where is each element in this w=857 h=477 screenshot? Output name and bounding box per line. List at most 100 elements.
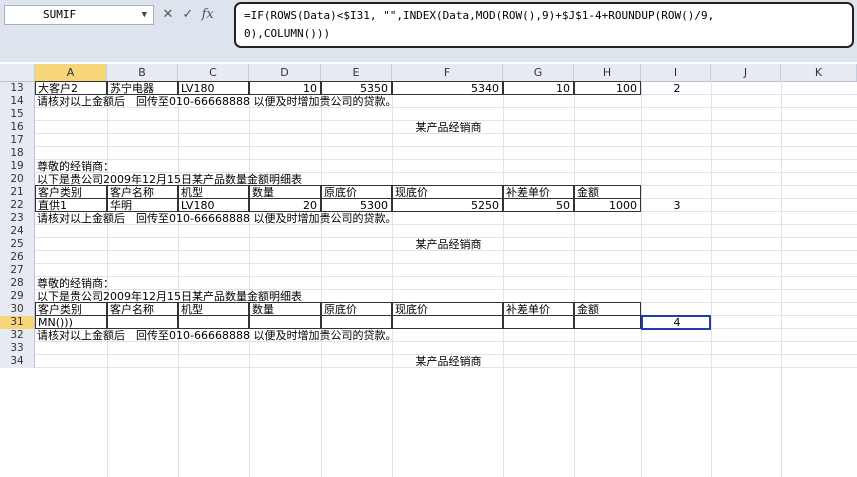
- cell-e13[interactable]: 5350: [321, 81, 392, 95]
- row-header[interactable]: 33: [0, 342, 35, 355]
- row-header[interactable]: 30: [0, 303, 35, 316]
- row-header[interactable]: 29: [0, 290, 35, 303]
- row-header[interactable]: 20: [0, 173, 35, 186]
- row-header[interactable]: 32: [0, 329, 35, 342]
- cell-e30[interactable]: 原底价: [321, 302, 392, 316]
- column-header-c[interactable]: C: [178, 64, 249, 81]
- cell-d13[interactable]: 10: [249, 81, 321, 95]
- formula-bar-area: SUMIF ▼ ✕ ✓ fx =IF(ROWS(Data)<$I31, "",I…: [0, 0, 857, 62]
- cell-g22[interactable]: 50: [503, 198, 574, 212]
- table-row: 14 请核对以上金额后 回传至010-66668888 以便及时增加贵公司的贷款。: [0, 95, 857, 108]
- row-header[interactable]: 23: [0, 212, 35, 225]
- cell-e21[interactable]: 原底价: [321, 185, 392, 199]
- cell-f30[interactable]: 现底价: [392, 302, 503, 316]
- column-header-h[interactable]: H: [574, 64, 641, 81]
- row-header[interactable]: 22: [0, 199, 35, 212]
- cell-c21[interactable]: 机型: [178, 185, 249, 199]
- column-header-f[interactable]: F: [392, 64, 503, 81]
- cell-g30[interactable]: 补差单价: [503, 302, 574, 316]
- cell-g13[interactable]: 10: [503, 81, 574, 95]
- row-header[interactable]: 17: [0, 134, 35, 147]
- row-header[interactable]: 27: [0, 264, 35, 277]
- cell-d22[interactable]: 20: [249, 198, 321, 212]
- cell-a13[interactable]: 大客户2: [35, 81, 107, 95]
- cell-d30[interactable]: 数量: [249, 302, 321, 316]
- cell-a32[interactable]: 请核对以上金额后 回传至010-66668888 以便及时增加贵公司的贷款。: [35, 329, 396, 342]
- cell-i13[interactable]: 2: [641, 82, 711, 95]
- column-header-d[interactable]: D: [249, 64, 321, 81]
- cell-h21[interactable]: 金额: [574, 185, 641, 199]
- cell[interactable]: [107, 315, 178, 329]
- row-header[interactable]: 18: [0, 147, 35, 160]
- row-header[interactable]: 28: [0, 277, 35, 290]
- cell-a23[interactable]: 请核对以上金额后 回传至010-66668888 以便及时增加贵公司的贷款。: [35, 212, 396, 225]
- cell-c13[interactable]: LV180: [178, 81, 249, 95]
- cell-f13[interactable]: 5340: [392, 81, 503, 95]
- table-row: 25 某产品经销商: [0, 238, 857, 251]
- active-cell-outline[interactable]: [641, 315, 711, 330]
- cell[interactable]: [392, 315, 503, 329]
- cell-f16[interactable]: 某产品经销商: [392, 121, 503, 134]
- cell-b13[interactable]: 苏宁电器: [107, 81, 178, 95]
- cell[interactable]: [503, 315, 574, 329]
- cell-h30[interactable]: 金额: [574, 302, 641, 316]
- row-header[interactable]: 13: [0, 82, 35, 95]
- cell-a30[interactable]: 客户类别: [35, 302, 107, 316]
- row-header[interactable]: 16: [0, 121, 35, 134]
- cell-a22[interactable]: 直供1: [35, 198, 107, 212]
- column-header-k[interactable]: K: [781, 64, 857, 81]
- column-header-a[interactable]: A: [35, 64, 107, 81]
- row-header[interactable]: 14: [0, 95, 35, 108]
- name-box-value: SUMIF: [43, 8, 77, 21]
- cell[interactable]: [321, 315, 392, 329]
- cell-h13[interactable]: 100: [574, 81, 641, 95]
- column-header-b[interactable]: B: [107, 64, 178, 81]
- table-row: 22 直供1 华明 LV180 20 5300 5250 50 1000 3: [0, 198, 857, 212]
- cell-a14[interactable]: 请核对以上金额后 回传至010-66668888 以便及时增加贵公司的贷款。: [35, 95, 396, 108]
- row-header[interactable]: 19: [0, 160, 35, 173]
- cancel-icon[interactable]: ✕: [160, 4, 176, 26]
- select-all-corner[interactable]: [0, 64, 35, 81]
- cell[interactable]: [249, 315, 321, 329]
- table-row: 31 MN())) 4: [0, 315, 857, 329]
- cell-a21[interactable]: 客户类别: [35, 185, 107, 199]
- insert-function-icon[interactable]: fx: [200, 4, 216, 26]
- cell-a31[interactable]: MN())): [35, 315, 107, 329]
- row-header[interactable]: 31: [0, 316, 35, 329]
- row-header[interactable]: 15: [0, 108, 35, 121]
- formula-line-2: 0),COLUMN())): [244, 27, 331, 40]
- formula-input[interactable]: =IF(ROWS(Data)<$I31, "",INDEX(Data,MOD(R…: [234, 2, 854, 48]
- cell-a28[interactable]: 尊敬的经销商：: [35, 277, 114, 290]
- chevron-down-icon[interactable]: ▼: [142, 6, 147, 24]
- cell-c30[interactable]: 机型: [178, 302, 249, 316]
- cell-b21[interactable]: 客户名称: [107, 185, 178, 199]
- cell-i22[interactable]: 3: [641, 199, 711, 212]
- cell[interactable]: [574, 315, 641, 329]
- column-header-g[interactable]: G: [503, 64, 574, 81]
- row-header[interactable]: 26: [0, 251, 35, 264]
- column-header-j[interactable]: J: [711, 64, 781, 81]
- cell-g21[interactable]: 补差单价: [503, 185, 574, 199]
- cell-f21[interactable]: 现底价: [392, 185, 503, 199]
- cell-d21[interactable]: 数量: [249, 185, 321, 199]
- row-header[interactable]: 21: [0, 186, 35, 199]
- cell-b22[interactable]: 华明: [107, 198, 178, 212]
- table-row: 19 尊敬的经销商：: [0, 160, 857, 173]
- cell-c22[interactable]: LV180: [178, 198, 249, 212]
- column-header-e[interactable]: E: [321, 64, 392, 81]
- row-header[interactable]: 34: [0, 355, 35, 368]
- cell-f25[interactable]: 某产品经销商: [392, 238, 503, 251]
- enter-icon[interactable]: ✓: [180, 4, 196, 26]
- cell-f22[interactable]: 5250: [392, 198, 503, 212]
- table-row: 16 某产品经销商: [0, 121, 857, 134]
- row-header[interactable]: 24: [0, 225, 35, 238]
- cell-h22[interactable]: 1000: [574, 198, 641, 212]
- cell[interactable]: [178, 315, 249, 329]
- cell-b30[interactable]: 客户名称: [107, 302, 178, 316]
- column-header-i[interactable]: I: [641, 64, 711, 81]
- row-header[interactable]: 25: [0, 238, 35, 251]
- cell-e22[interactable]: 5300: [321, 198, 392, 212]
- cell-f34[interactable]: 某产品经销商: [392, 355, 503, 368]
- name-box[interactable]: SUMIF ▼: [4, 5, 154, 25]
- cell-a19[interactable]: 尊敬的经销商：: [35, 160, 114, 173]
